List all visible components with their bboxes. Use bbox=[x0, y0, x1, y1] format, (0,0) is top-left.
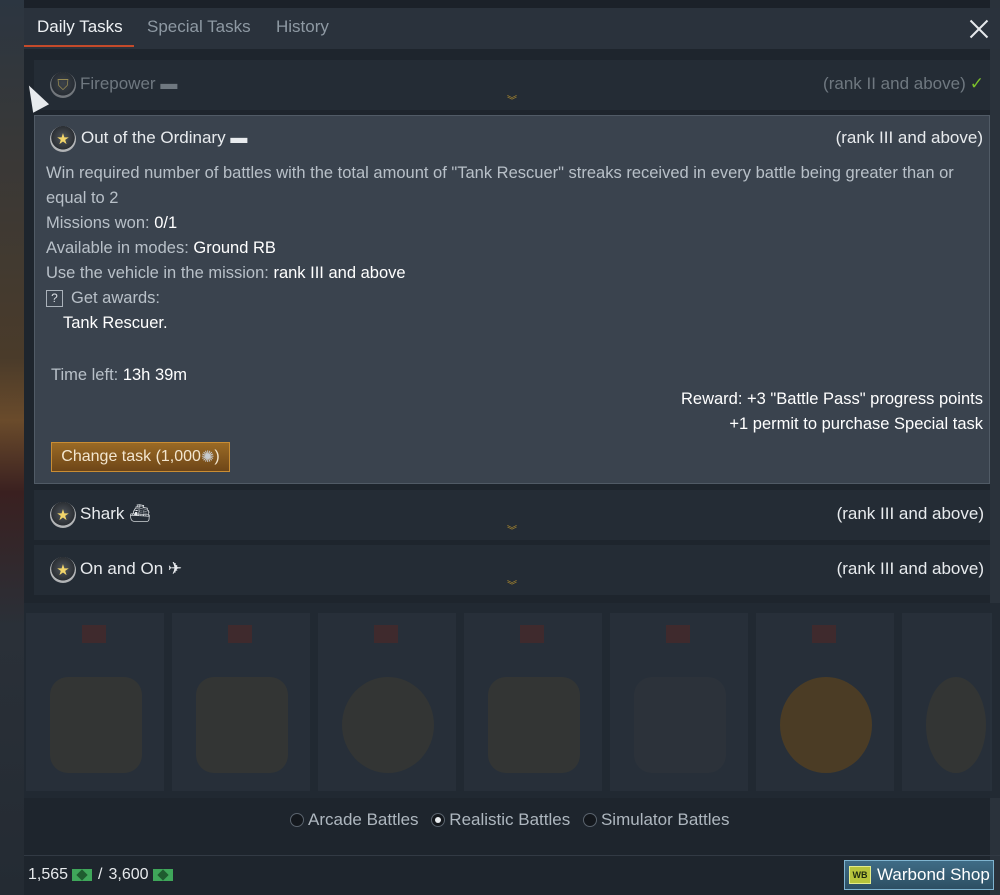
reward-line-2: +1 permit to purchase Special task bbox=[729, 415, 983, 433]
vehicle-requirement: Use the vehicle in the mission: rank III… bbox=[46, 264, 406, 282]
available-modes: Available in modes: Ground RB bbox=[46, 239, 276, 257]
task-out-of-the-ordinary: ★ Out of the Ordinary ▬ (rank III and ab… bbox=[34, 115, 990, 484]
star-emblem-icon: ★ bbox=[50, 557, 76, 583]
mode-simulator[interactable]: Simulator Battles bbox=[582, 810, 729, 830]
task-rank: (rank II and above) ✓ bbox=[823, 74, 984, 93]
star-emblem-icon: ★ bbox=[50, 126, 76, 152]
reward-card bbox=[902, 613, 992, 791]
mode-arcade[interactable]: Arcade Battles bbox=[290, 810, 419, 830]
task-rank: (rank III and above) bbox=[836, 504, 984, 523]
ship-icon: ⛴ bbox=[129, 504, 151, 523]
warbond-shop-button[interactable]: WB Warbond Shop bbox=[844, 860, 994, 890]
task-firepower[interactable]: ⛉ Firepower ▬ (rank II and above) ✓ ︾ bbox=[34, 60, 990, 110]
warbond-icon bbox=[72, 869, 93, 881]
radio-icon bbox=[582, 813, 597, 827]
change-task-button[interactable]: Change task (1,000 ✺) bbox=[51, 442, 230, 472]
task-name: Out of the Ordinary ▬ bbox=[81, 128, 248, 147]
task-name: On and On ✈ bbox=[80, 559, 183, 578]
active-tab-underline bbox=[24, 45, 134, 47]
warbond-icon bbox=[152, 869, 173, 881]
mode-realistic[interactable]: Realistic Battles bbox=[431, 810, 570, 830]
warbond-balance: 1,565 / 3,600 bbox=[28, 866, 179, 884]
tabs-bar: Daily Tasks Special Tasks History bbox=[24, 8, 1000, 49]
reward-card bbox=[26, 613, 164, 791]
warbond-shop-icon: WB bbox=[849, 866, 871, 884]
missions-won: Missions won: 0/1 bbox=[46, 214, 178, 232]
plane-icon: ✈ bbox=[167, 559, 183, 578]
reward-card bbox=[610, 613, 748, 791]
tab-special-tasks[interactable]: Special Tasks bbox=[147, 17, 251, 37]
task-name: Firepower ▬ bbox=[80, 74, 178, 93]
radio-selected-icon bbox=[431, 813, 446, 827]
task-shark[interactable]: ★ Shark ⛴ (rank III and above) ︾ bbox=[34, 490, 990, 540]
background-left bbox=[0, 0, 24, 895]
chevron-down-icon[interactable]: ︾ bbox=[505, 527, 519, 539]
tasks-window: Daily Tasks Special Tasks History ⛉ Fire… bbox=[24, 8, 1000, 895]
battle-mode-selector: Arcade Battles Realistic Battles Simulat… bbox=[290, 810, 737, 832]
star-emblem-icon: ★ bbox=[50, 502, 76, 528]
reward-card bbox=[172, 613, 310, 791]
tank-icon: ▬ bbox=[230, 128, 248, 147]
tab-history[interactable]: History bbox=[276, 17, 329, 37]
footer-divider bbox=[24, 855, 1000, 856]
time-left: Time left: 13h 39m bbox=[51, 366, 188, 384]
task-description: Win required number of battles with the … bbox=[46, 164, 954, 207]
awards-value: Tank Rescuer. bbox=[63, 314, 168, 332]
close-icon[interactable] bbox=[968, 18, 990, 40]
task-on-and-on[interactable]: ★ On and On ✈ (rank III and above) ︾ bbox=[34, 545, 990, 595]
radio-icon bbox=[290, 813, 304, 827]
silver-lion-icon: ✺ bbox=[200, 449, 215, 466]
shield-emblem-icon: ⛉ bbox=[50, 72, 76, 98]
task-name: Shark ⛴ bbox=[80, 504, 151, 523]
chevron-down-icon[interactable]: ︾ bbox=[505, 97, 519, 109]
help-icon[interactable]: ? bbox=[46, 290, 63, 307]
reward-card bbox=[318, 613, 456, 791]
chevron-down-icon[interactable]: ︾ bbox=[505, 582, 519, 594]
tank-icon: ▬ bbox=[160, 74, 178, 93]
tab-daily-tasks[interactable]: Daily Tasks bbox=[37, 17, 123, 37]
awards-label: ? Get awards: bbox=[46, 286, 160, 311]
battle-pass-rewards-background bbox=[24, 603, 1000, 798]
reward-card bbox=[464, 613, 602, 791]
reward-line-1: Reward: +3 "Battle Pass" progress points bbox=[681, 390, 983, 408]
reward-card bbox=[756, 613, 894, 791]
task-rank: (rank III and above) bbox=[836, 559, 984, 578]
task-rank: (rank III and above) bbox=[835, 128, 983, 147]
check-icon: ✓ bbox=[969, 74, 984, 93]
